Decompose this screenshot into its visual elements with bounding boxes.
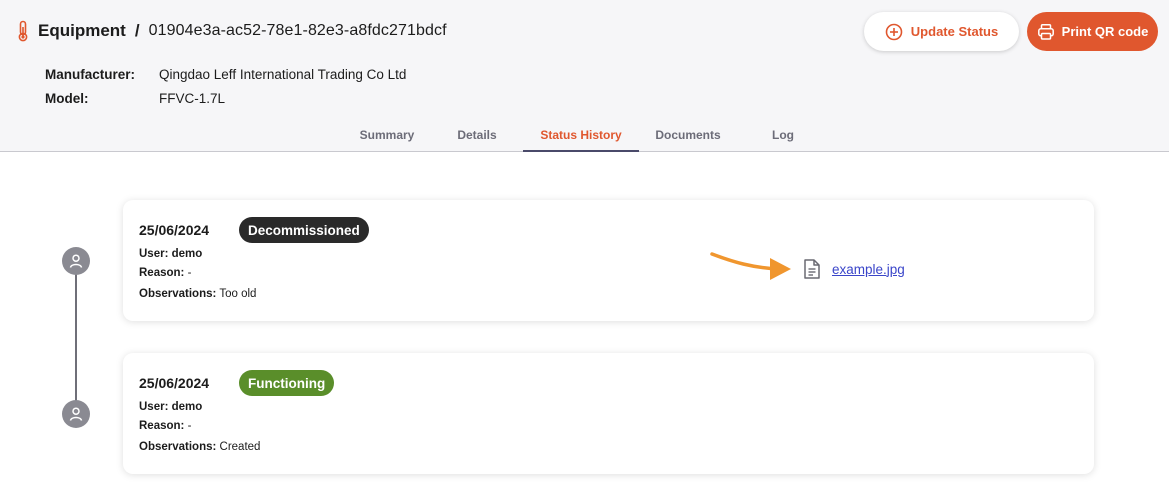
- manufacturer-value: Qingdao Leff International Trading Co Lt…: [159, 67, 407, 82]
- entry-observations: Observations: Too old: [139, 288, 256, 300]
- title-row: Equipment / 01904e3a-ac52-78e1-82e3-a8fd…: [16, 19, 447, 43]
- tab-bar: Summary Details Status History Documents…: [0, 117, 1169, 152]
- entry-observations: Observations: Created: [139, 441, 260, 453]
- tab-log[interactable]: Log: [758, 117, 808, 152]
- manufacturer-label: Manufacturer:: [45, 67, 136, 82]
- update-status-label: Update Status: [910, 24, 999, 39]
- plus-circle-icon: [885, 23, 903, 40]
- reason-label: Reason:: [139, 420, 185, 432]
- reason-value: -: [187, 267, 192, 279]
- printer-icon: [1037, 23, 1054, 40]
- tab-summary[interactable]: Summary: [350, 117, 424, 152]
- print-qr-label: Print QR code: [1061, 24, 1149, 39]
- user-icon: [62, 247, 90, 275]
- observations-label: Observations:: [139, 288, 217, 300]
- tab-details[interactable]: Details: [447, 117, 507, 152]
- attachment-link[interactable]: example.jpg: [832, 262, 905, 277]
- document-icon: [804, 259, 820, 279]
- entry-reason: Reason: -: [139, 267, 191, 279]
- status-history-card: 25/06/2024 Decommissioned User: demo Rea…: [123, 200, 1094, 321]
- timeline-line: [75, 262, 77, 413]
- user-value: demo: [171, 248, 203, 260]
- user-label: User:: [139, 401, 169, 413]
- reason-label: Reason:: [139, 267, 185, 279]
- model-value: FFVC-1.7L: [159, 91, 226, 106]
- attachment: example.jpg: [802, 258, 905, 280]
- update-status-button[interactable]: Update Status: [864, 12, 1019, 51]
- observations-value: Too old: [219, 288, 257, 300]
- print-qr-button[interactable]: Print QR code: [1027, 12, 1158, 51]
- entry-user: User: demo: [139, 248, 202, 260]
- equipment-id: 01904e3a-ac52-78e1-82e3-a8fdc271bdcf: [148, 22, 447, 39]
- user-label: User:: [139, 248, 169, 260]
- entry-date: 25/06/2024: [139, 375, 210, 391]
- page-title: Equipment: [38, 21, 126, 40]
- tab-status-history[interactable]: Status History: [523, 117, 639, 152]
- entry-user: User: demo: [139, 401, 202, 413]
- status-history-card: 25/06/2024 Functioning User: demo Reason…: [123, 353, 1094, 474]
- observations-label: Observations:: [139, 441, 217, 453]
- status-badge: Functioning: [239, 370, 335, 396]
- user-icon: [62, 400, 90, 428]
- entry-reason: Reason: -: [139, 420, 191, 432]
- page-header: Equipment / 01904e3a-ac52-78e1-82e3-a8fd…: [0, 0, 1169, 152]
- observations-value: Created: [219, 441, 261, 453]
- model-row: Model: FFVC-1.7L: [45, 91, 225, 106]
- manufacturer-row: Manufacturer: Qingdao Leff International…: [45, 67, 406, 82]
- annotation-arrow: [710, 252, 791, 280]
- tab-documents[interactable]: Documents: [648, 117, 728, 152]
- thermometer-icon: [16, 20, 30, 42]
- user-value: demo: [171, 401, 203, 413]
- model-label: Model:: [45, 91, 89, 106]
- title-separator: /: [134, 21, 140, 40]
- reason-value: -: [187, 420, 192, 432]
- status-badge: Decommissioned: [239, 217, 369, 243]
- entry-date: 25/06/2024: [139, 222, 210, 238]
